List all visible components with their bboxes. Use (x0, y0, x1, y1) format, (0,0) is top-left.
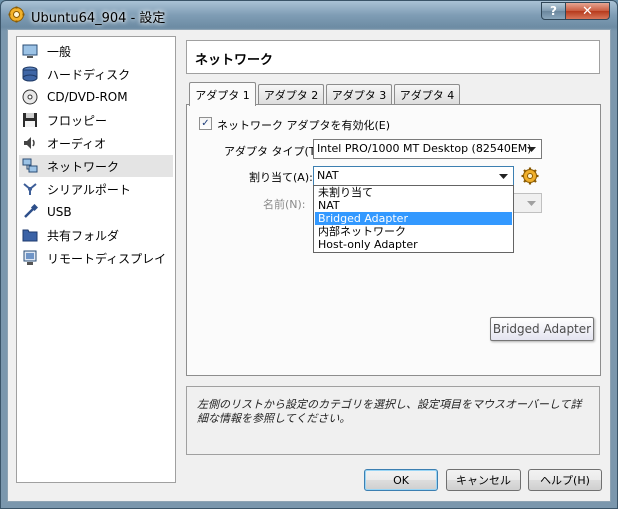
audio-icon (24, 137, 35, 149)
sidebar-item-cd-dvd[interactable]: CD/DVD-ROM (19, 86, 173, 108)
hard-disk-icon (22, 66, 38, 82)
enable-adapter-label[interactable]: ネットワーク アダプタを有効化(E) (217, 117, 390, 133)
sidebar-item-audio[interactable]: オーディオ (19, 132, 173, 154)
chevron-down-icon (523, 141, 539, 157)
option-tooltip: Bridged Adapter (490, 317, 594, 341)
page-title: ネットワーク (195, 53, 274, 68)
description-box: 左側のリストから設定のカテゴリを選択し、設定項目をマウスオーバーして詳細な情報を… (186, 386, 600, 455)
settings-category-list[interactable]: 一般 ハードディスク CD/DVD-ROM フロッピー オーディオ ネットワーク (16, 36, 176, 483)
sidebar-item-label: リモートディスプレイ (47, 251, 167, 266)
monitor-icon (22, 44, 38, 58)
serial-port-icon (23, 183, 37, 195)
chevron-down-icon (523, 195, 539, 211)
dropdown-option-internal-network[interactable]: 内部ネットワーク (315, 225, 512, 238)
sidebar-item-shared-folders[interactable]: 共有フォルダ (19, 224, 173, 246)
sidebar-item-label: シリアルポート (47, 182, 131, 197)
cancel-button[interactable]: キャンセル (446, 469, 521, 491)
tab-adapter-2[interactable]: アダプタ 2 (258, 84, 324, 105)
sidebar-item-floppy[interactable]: フロッピー (19, 109, 173, 131)
close-button[interactable]: ✕ (565, 2, 610, 20)
floppy-icon (23, 113, 37, 127)
tab-adapter-4[interactable]: アダプタ 4 (394, 84, 460, 105)
window-title: Ubuntu64_904 - 設定 (31, 11, 166, 26)
network-icon (22, 158, 38, 173)
sidebar-item-network[interactable]: ネットワーク (19, 155, 173, 177)
title-bar[interactable]: Ubuntu64_904 - 設定 ? ✕ (1, 1, 617, 29)
dropdown-option-not-attached[interactable]: 未割り当て (315, 186, 512, 199)
folder-icon (22, 229, 38, 242)
remote-display-icon (23, 250, 37, 265)
help-title-button[interactable]: ? (541, 2, 566, 20)
adapter-type-select[interactable]: Intel PRO/1000 MT Desktop (82540EM) (313, 139, 542, 159)
dropdown-option-bridged-adapter[interactable]: Bridged Adapter (315, 212, 512, 225)
usb-icon (24, 204, 38, 218)
enable-adapter-checkbox[interactable]: ✓ (199, 117, 212, 130)
settings-window: Ubuntu64_904 - 設定 ? ✕ 一般 ハードディスク CD/DVD-… (0, 0, 618, 509)
sidebar-item-label: ネットワーク (47, 159, 120, 174)
attached-to-label: 割り当て(A): (249, 171, 313, 184)
page-title-box: ネットワーク (186, 40, 600, 74)
attached-to-select[interactable]: NAT (313, 166, 514, 186)
sidebar-item-label: オーディオ (47, 136, 107, 151)
attached-to-dropdown[interactable]: 未割り当て NAT Bridged Adapter 内部ネットワーク Host-… (313, 185, 514, 253)
chevron-down-icon (495, 168, 511, 184)
advanced-settings-gear-icon[interactable] (521, 167, 539, 185)
name-label: 名前(N): (263, 198, 306, 211)
tab-adapter-1[interactable]: アダプタ 1 (189, 82, 256, 106)
dropdown-option-nat[interactable]: NAT (315, 199, 512, 212)
sidebar-item-label: フロッピー (47, 113, 108, 128)
tab-adapter-3[interactable]: アダプタ 3 (326, 84, 392, 105)
sidebar-item-general[interactable]: 一般 (19, 40, 173, 62)
sidebar-item-usb[interactable]: USB (19, 201, 173, 223)
sidebar-item-serial-port[interactable]: シリアルポート (19, 178, 173, 200)
sidebar-item-hard-disk[interactable]: ハードディスク (19, 63, 173, 85)
sidebar-item-label: USB (47, 205, 72, 219)
sidebar-item-remote-display[interactable]: リモートディスプレイ (19, 247, 173, 269)
attached-to-value: NAT (317, 169, 339, 182)
sidebar-item-label: 一般 (47, 44, 72, 59)
sidebar-item-label: 共有フォルダ (47, 228, 120, 243)
sidebar-item-label: CD/DVD-ROM (47, 90, 128, 104)
ok-button[interactable]: OK (364, 469, 438, 491)
sidebar-item-label: ハードディスク (47, 67, 131, 82)
dropdown-option-host-only[interactable]: Host-only Adapter (315, 238, 512, 251)
help-button[interactable]: ヘルプ(H) (528, 469, 602, 491)
dialog-body: 一般 ハードディスク CD/DVD-ROM フロッピー オーディオ ネットワーク (7, 29, 611, 502)
adapter-type-label: アダプタ タイプ(T): (224, 145, 324, 158)
adapter-type-value: Intel PRO/1000 MT Desktop (82540EM) (317, 142, 532, 155)
description-text: 左側のリストから設定のカテゴリを選択し、設定項目をマウスオーバーして詳細な情報を… (197, 398, 582, 425)
adapter-tab-panel: ✓ ネットワーク アダプタを有効化(E) アダプタ タイプ(T): Intel … (186, 104, 601, 376)
settings-gear-icon (8, 6, 25, 23)
cd-icon (22, 89, 38, 105)
